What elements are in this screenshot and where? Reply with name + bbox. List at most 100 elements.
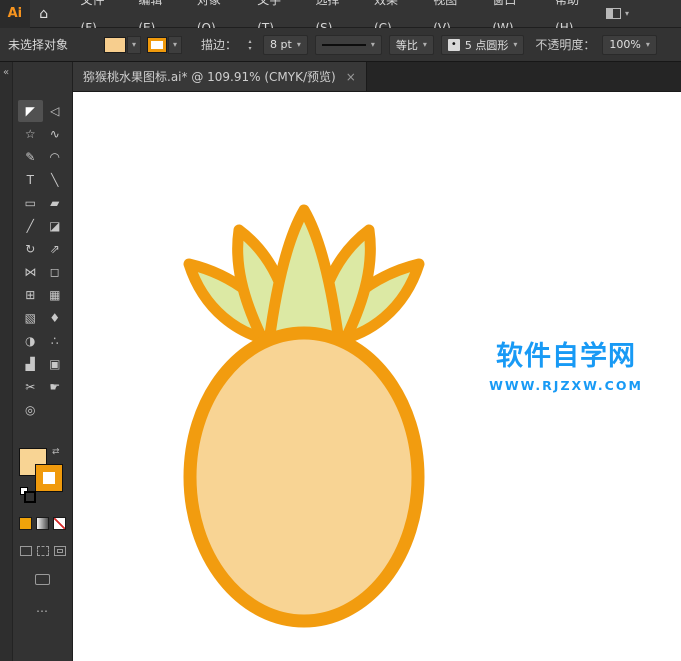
stepper-up-icon[interactable]: ▴ (249, 38, 252, 45)
stroke-chip[interactable] (36, 465, 62, 491)
chevron-down-icon: ▾ (132, 39, 137, 49)
color-mode-button[interactable] (19, 517, 32, 530)
eyedropper-tool[interactable]: ♦ (43, 307, 68, 329)
opacity-value: 100% (609, 38, 641, 51)
selection-tool[interactable]: ◤ (18, 100, 43, 122)
rotate-tool[interactable]: ↻ (18, 238, 43, 260)
type-tool[interactable]: T (18, 169, 43, 191)
brush-preview-dot: • (447, 38, 460, 51)
artboard-tool[interactable]: ▣ (43, 353, 68, 375)
blend-tool[interactable]: ◑ (18, 330, 43, 352)
stroke-swatch-dropdown[interactable]: ▾ (168, 35, 183, 54)
fruit-artwork[interactable] (73, 92, 681, 661)
width-tool[interactable]: ⋈ (18, 261, 43, 283)
workspace-icon (605, 8, 621, 19)
direct-selection-tool[interactable]: ◁ (43, 100, 68, 122)
stroke-line-preview (321, 43, 366, 46)
symbol-sprayer-tool[interactable]: ∴ (43, 330, 68, 352)
curvature-tool[interactable]: ◠ (43, 146, 68, 168)
draw-normal-button[interactable] (19, 546, 32, 556)
stepper-down-icon[interactable]: ▾ (249, 45, 252, 52)
paintbrush-tool[interactable]: ▰ (43, 192, 68, 214)
stroke-color-swatch[interactable] (148, 37, 167, 52)
tool-icon: ♦ (49, 311, 61, 325)
lasso-tool[interactable]: ∿ (43, 123, 68, 145)
slice-tool[interactable]: ✂ (18, 376, 43, 398)
column-graph-tool[interactable]: ▟ (18, 353, 43, 375)
document-title: 猕猴桃水果图标.ai* @ 109.91% (CMYK/预览) (83, 70, 336, 84)
leaf-center[interactable] (263, 204, 345, 348)
tool-icon: ↻ (25, 242, 36, 256)
brush-definition-select[interactable]: • 5 点圆形 ▾ (440, 34, 525, 55)
draw-behind-button[interactable] (36, 546, 49, 556)
tool-icon: ▭ (24, 196, 36, 210)
opacity-select[interactable]: 100% ▾ (602, 34, 657, 55)
screen-mode-button[interactable] (35, 574, 50, 585)
home-icon[interactable]: ⌂ (30, 0, 58, 28)
draw-inside-button[interactable] (53, 546, 66, 556)
tool-icon: ▰ (50, 196, 60, 210)
width-profile-value: 等比 (395, 38, 418, 52)
zoom-tool[interactable]: ◎ (18, 399, 43, 421)
tool-icon: ◠ (49, 150, 60, 164)
stroke-weight-select[interactable]: 8 pt ▾ (263, 34, 308, 55)
app-logo[interactable]: Ai (0, 0, 30, 28)
stroke-preview-dropdown[interactable]: ▾ (314, 34, 382, 55)
chevron-down-icon: ▾ (645, 39, 650, 49)
drawing-mode-row (13, 546, 72, 556)
none-mode-button[interactable] (53, 517, 66, 530)
tool-icon: ◎ (25, 403, 36, 417)
tool-icon: ◪ (49, 219, 61, 233)
canvas[interactable]: 软件自学网 WWW.RJZXW.COM (73, 92, 681, 661)
tool-icon: ◑ (25, 334, 36, 348)
close-tab-icon[interactable]: × (346, 70, 356, 84)
stroke-weight-value: 8 pt (270, 38, 292, 51)
tool-icon: ╲ (51, 173, 59, 187)
tool-icon: ∴ (50, 334, 59, 348)
tool-icon: ☛ (49, 380, 61, 394)
width-profile-select[interactable]: 等比 ▾ (388, 34, 434, 55)
perspective-grid-tool[interactable]: ⊞ (18, 284, 43, 306)
fill-stroke-indicator: ⇄ (20, 447, 68, 503)
swap-fill-stroke-icon[interactable]: ⇄ (52, 447, 60, 457)
rectangle-tool[interactable]: ▭ (18, 192, 43, 214)
gradient-mode-button[interactable] (36, 517, 49, 530)
tool-icon: ◻ (49, 265, 60, 279)
tool-icon: ▣ (49, 357, 61, 371)
fill-swatch-dropdown[interactable]: ▾ (127, 35, 142, 54)
mesh-tool[interactable]: ▦ (43, 284, 68, 306)
workspace-switcher[interactable]: ▾ (605, 8, 629, 19)
fill-color-swatch[interactable] (105, 37, 126, 52)
tool-icon: ▟ (25, 357, 35, 371)
pen-tool[interactable]: ✎ (18, 146, 43, 168)
stroke-weight-label: 描边： (201, 38, 238, 52)
magic-wand-tool[interactable]: ☆ (18, 123, 43, 145)
tool-icon: ⊞ (25, 288, 36, 302)
stroke-control: ▾ (148, 35, 183, 54)
gradient-tool[interactable]: ▧ (18, 307, 43, 329)
tool-icon: ⋈ (24, 265, 37, 279)
default-colors-chip[interactable] (20, 487, 36, 503)
tools-panel: ◤ ◁ ☆ ∿ ✎ ◠ T ╲ ▭ ▰ ╱ ◪ ↻ ⇗ ⋈ ◻ ⊞ ▦ ▧ ♦ ◑ ∴ ▟ ▣ ✂ ☛ ◎ ⇄ … (13, 62, 73, 661)
panel-collapse-strip[interactable]: « (0, 62, 13, 661)
line-segment-tool[interactable]: ╲ (43, 169, 68, 191)
eraser-tool[interactable]: ◪ (43, 215, 68, 237)
tools-grid: ◤ ◁ ☆ ∿ ✎ ◠ T ╲ ▭ ▰ ╱ ◪ ↻ ⇗ ⋈ ◻ ⊞ ▦ ▧ ♦ ◑ ∴ ▟ ▣ ✂ ☛ ◎ (13, 100, 72, 421)
tool-icon: ✂ (25, 380, 36, 394)
document-tab[interactable]: 猕猴桃水果图标.ai* @ 109.91% (CMYK/预览) × (73, 62, 367, 91)
fruit-body[interactable] (183, 326, 425, 628)
scale-tool[interactable]: ⇗ (43, 238, 68, 260)
menu-bar: Ai ⌂ 文件(F)编辑(E)对象(O)文字(T)选择(S)效果(C)视图(V)… (0, 0, 681, 35)
chevron-down-icon: ▾ (624, 8, 629, 18)
tool-icon: ◁ (50, 104, 60, 118)
pencil-tool[interactable]: ╱ (18, 215, 43, 237)
tool-icon: ▧ (24, 311, 36, 325)
chevron-down-icon: ▾ (173, 39, 178, 49)
edit-toolbar-button[interactable]: … (13, 601, 72, 615)
free-transform-tool[interactable]: ◻ (43, 261, 68, 283)
tool-icon: ∿ (49, 127, 60, 141)
hand-tool[interactable]: ☛ (43, 376, 68, 398)
illustrator-window: Ai ⌂ 文件(F)编辑(E)对象(O)文字(T)选择(S)效果(C)视图(V)… (0, 0, 681, 661)
stroke-weight-stepper[interactable]: ▴ ▾ (244, 38, 256, 52)
tool-icon: ╱ (26, 219, 34, 233)
